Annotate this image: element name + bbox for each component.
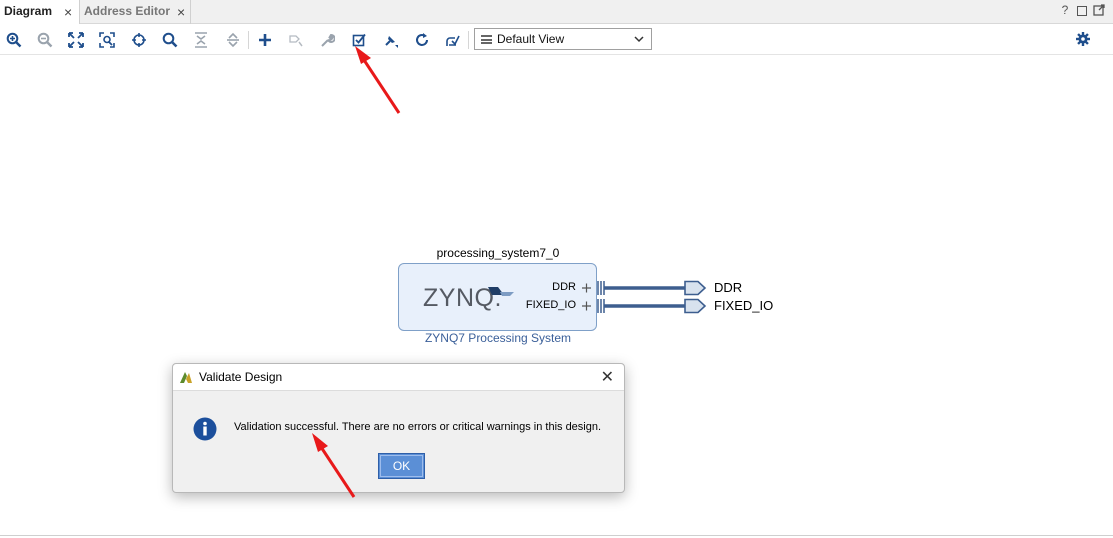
toolbar-separator	[248, 31, 249, 49]
vivado-block-design-window: Diagram × Address Editor × ? Default Vie…	[0, 0, 1113, 538]
vivado-logo-icon	[179, 370, 193, 389]
diagram-toolbar: Default View	[0, 25, 1113, 55]
view-select-value: Default View	[497, 32, 565, 46]
zynq-ip-block[interactable]: ZYNQ. DDR FIXED_IO	[398, 263, 597, 331]
info-icon	[193, 417, 217, 446]
validate-design-icon[interactable]	[348, 29, 370, 51]
dialog-message: Validation successful. There are no erro…	[234, 421, 602, 433]
expand-all-icon[interactable]	[222, 29, 244, 51]
zoom-selection-icon[interactable]	[96, 29, 118, 51]
zoom-in-icon[interactable]	[3, 29, 25, 51]
ip-instance-name: processing_system7_0	[436, 246, 560, 260]
zoom-fit-icon[interactable]	[65, 29, 87, 51]
chevron-down-icon	[633, 33, 645, 48]
ok-button[interactable]: OK	[378, 453, 425, 479]
add-ip-icon[interactable]	[254, 29, 276, 51]
ip-description: ZYNQ7 Processing System	[424, 331, 572, 345]
external-port-fixed-io[interactable]: FIXED_IO	[714, 298, 773, 313]
dialog-title-bar[interactable]: Validate Design ✕	[173, 364, 624, 391]
zynq-logo-mark	[484, 283, 516, 306]
close-tab-icon[interactable]: ×	[177, 1, 185, 23]
center-icon[interactable]	[128, 29, 150, 51]
collapse-all-icon[interactable]	[190, 29, 212, 51]
help-icon[interactable]: ?	[1059, 3, 1071, 17]
ip-port-fixed-io[interactable]: FIXED_IO	[516, 299, 576, 311]
gear-icon[interactable]	[1075, 31, 1091, 52]
validate-design-dialog: Validate Design ✕ Validation successful.…	[172, 363, 625, 493]
canvas-bottom-border	[0, 535, 1113, 536]
tab-address-editor[interactable]: Address Editor ×	[81, 0, 191, 24]
zoom-out-icon[interactable]	[34, 29, 56, 51]
tab-diagram[interactable]: Diagram ×	[0, 0, 80, 24]
properties-icon[interactable]	[316, 29, 338, 51]
search-icon[interactable]	[159, 29, 181, 51]
optimize-routing-icon[interactable]	[442, 29, 464, 51]
restore-icon[interactable]	[1077, 6, 1087, 16]
dialog-title: Validate Design	[199, 370, 283, 384]
external-port-ddr[interactable]: DDR	[714, 280, 742, 295]
close-icon[interactable]: ✕	[601, 367, 614, 387]
window-controls: ?	[1059, 3, 1105, 21]
regenerate-layout-icon[interactable]	[380, 29, 402, 51]
refresh-icon[interactable]	[411, 29, 433, 51]
tab-diagram-label: Diagram	[4, 4, 53, 18]
menu-icon	[481, 35, 492, 44]
make-external-icon[interactable]	[285, 29, 307, 51]
view-select-dropdown[interactable]: Default View	[474, 28, 652, 50]
float-icon[interactable]	[1093, 3, 1105, 17]
tab-bar: Diagram × Address Editor × ?	[0, 0, 1113, 24]
toolbar-separator	[468, 31, 469, 49]
tab-address-editor-label: Address Editor	[84, 4, 171, 18]
close-tab-icon[interactable]: ×	[64, 1, 72, 23]
ip-port-ddr[interactable]: DDR	[516, 281, 576, 293]
